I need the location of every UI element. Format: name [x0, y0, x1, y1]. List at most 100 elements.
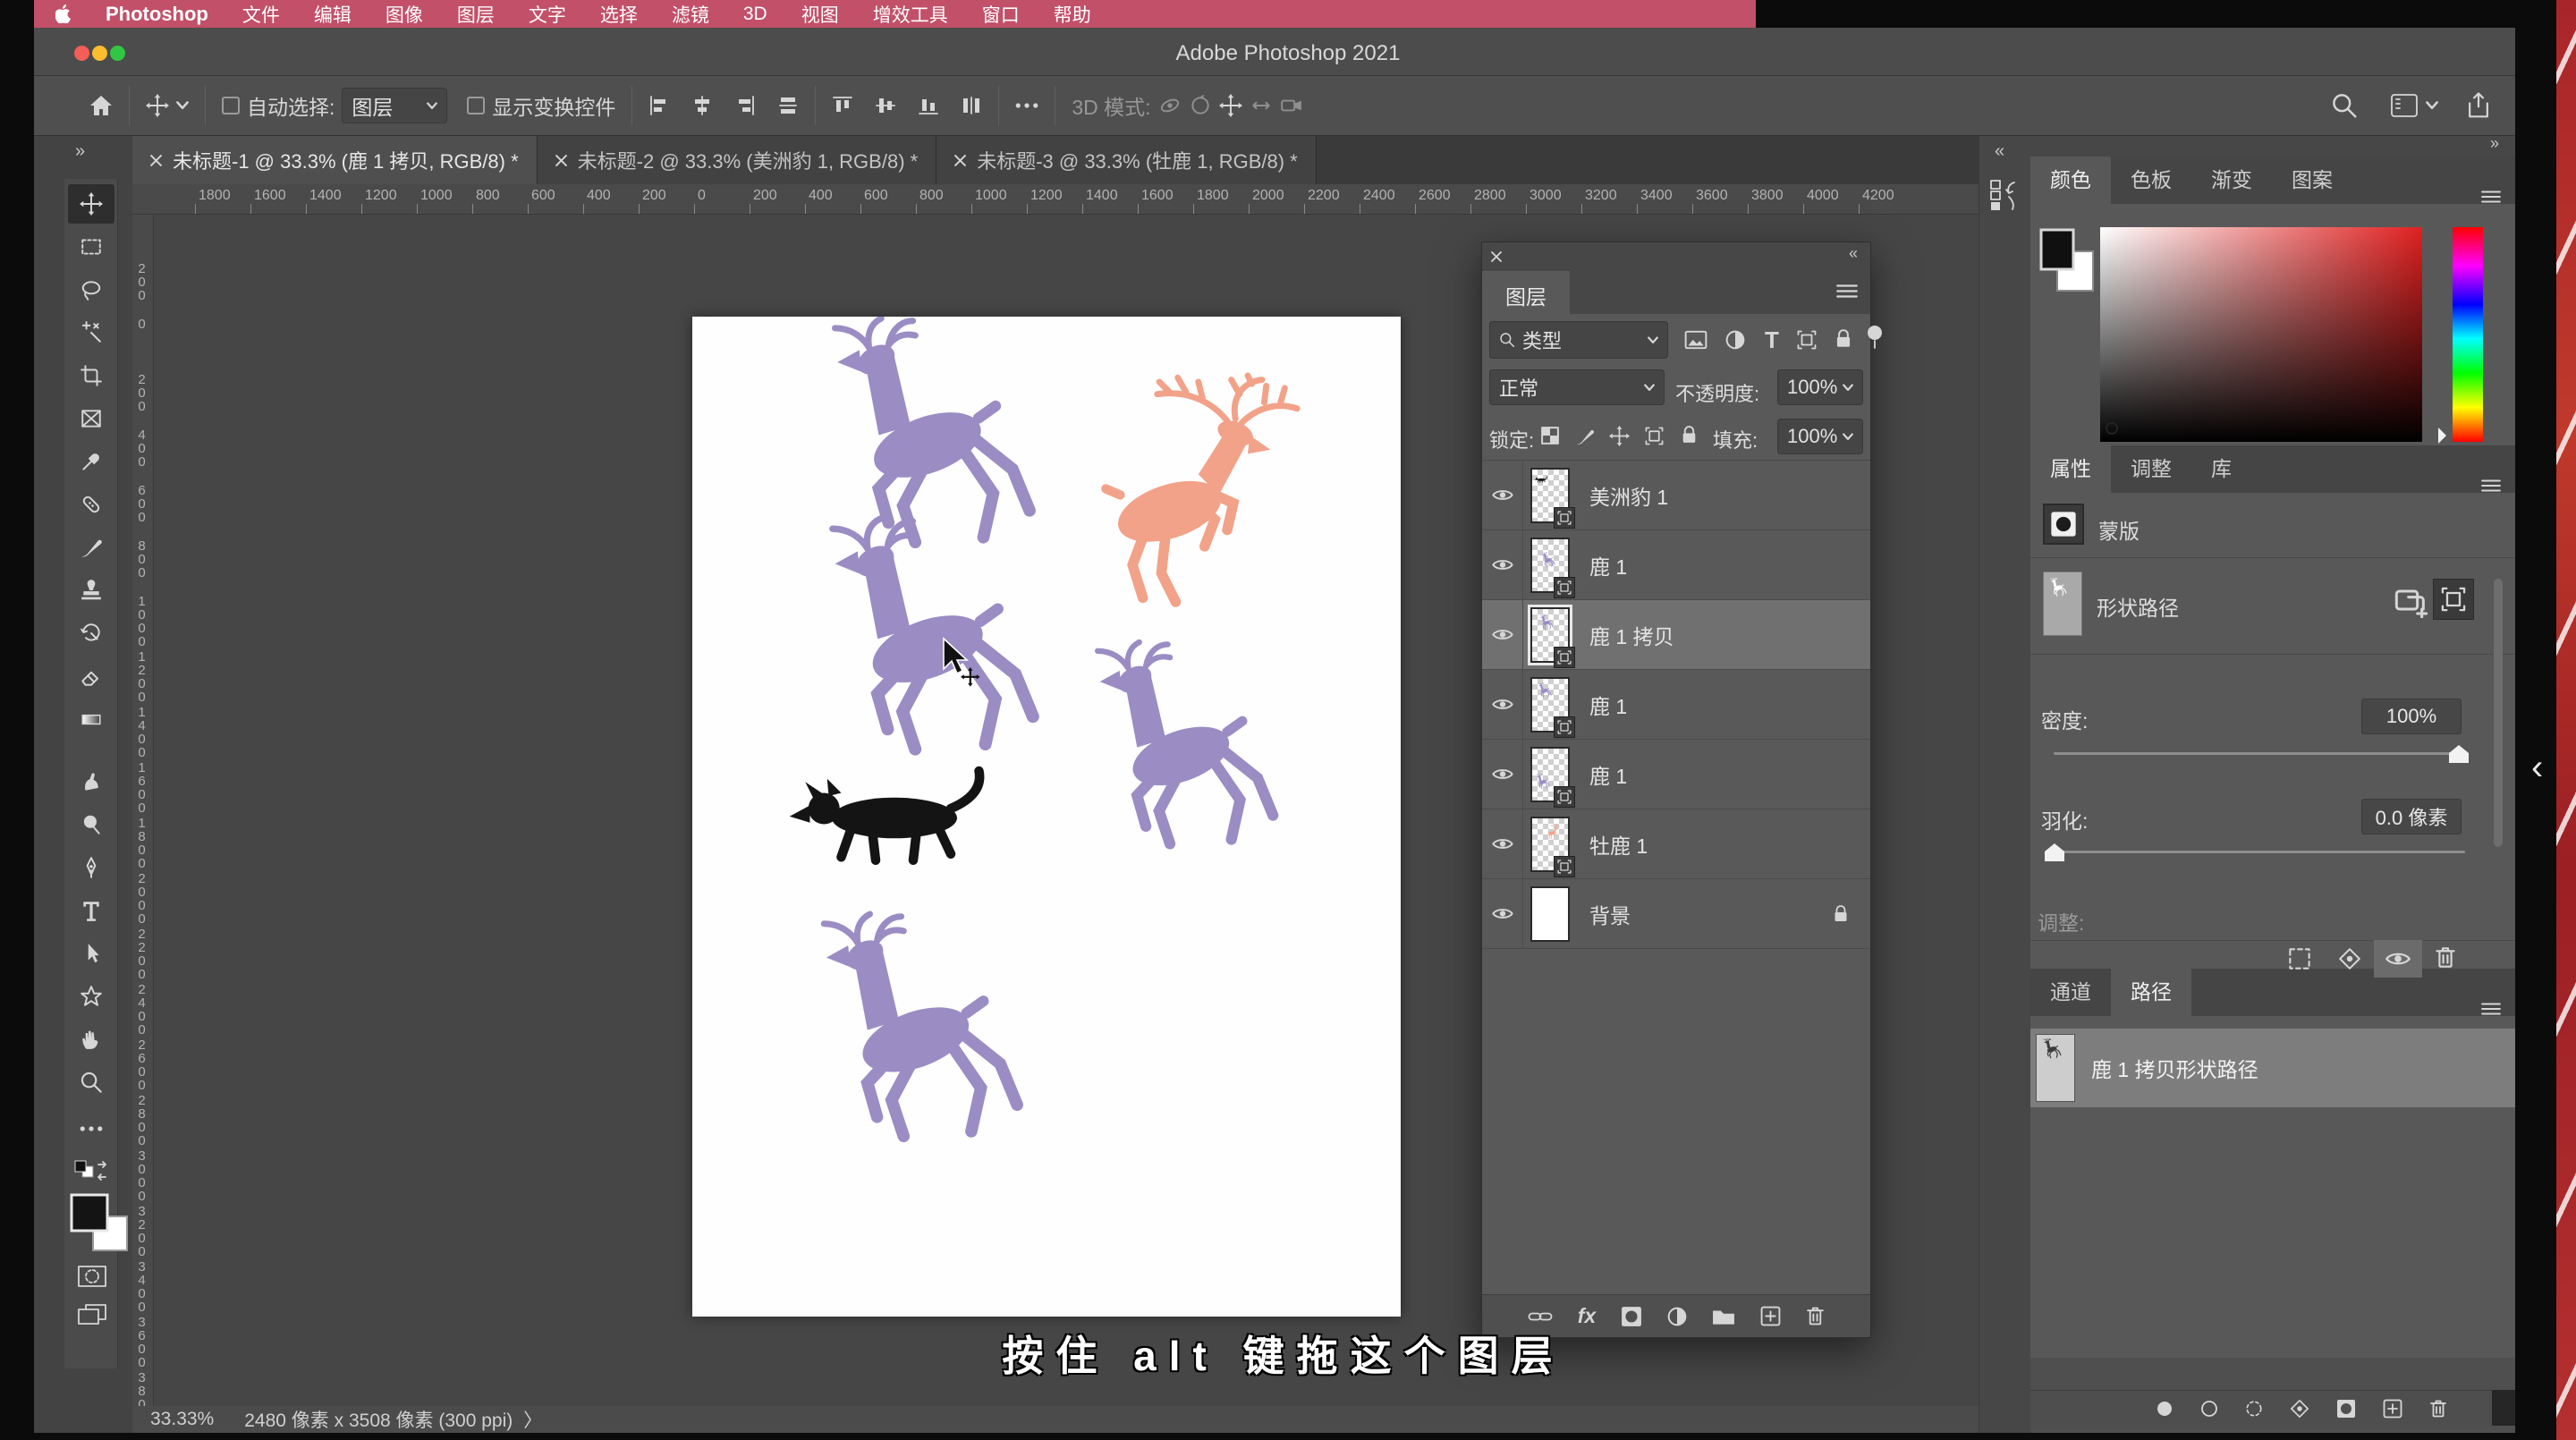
color-field-cursor[interactable] [2106, 422, 2118, 435]
layer-visibility-toggle[interactable] [1482, 600, 1523, 669]
history-brush-tool[interactable] [68, 614, 114, 653]
blend-mode-dropdown[interactable]: 正常 [1489, 369, 1665, 405]
tab-adjustments[interactable]: 调整 [2111, 441, 2191, 493]
align-top-icon[interactable] [832, 95, 853, 116]
layer-thumbnail[interactable] [1530, 607, 1570, 663]
chevron-left-icon[interactable]: ‹ [2531, 748, 2543, 788]
close-tab-icon[interactable] [954, 155, 966, 166]
panel-menu-icon[interactable] [2481, 479, 2501, 493]
rectangular-marquee-tool[interactable] [68, 227, 114, 267]
quick-mask-icon[interactable] [77, 1265, 107, 1288]
lock-artboard-icon[interactable] [1645, 427, 1664, 445]
layer-visibility-toggle[interactable] [1482, 530, 1523, 599]
deer-shape-bottom[interactable] [824, 914, 1017, 1136]
selection-as-path-icon[interactable] [2290, 1399, 2309, 1419]
filter-type-layers-icon[interactable]: T [1765, 326, 1779, 354]
layer-thumbnail[interactable] [1530, 747, 1570, 802]
move-tool[interactable] [68, 184, 114, 224]
layer-thumbnail[interactable] [1530, 817, 1570, 872]
lock-transparent-icon[interactable] [1541, 427, 1559, 445]
document-tab-2[interactable]: 未标题-2 @ 33.3% (美洲豹 1, RGB/8) * [538, 136, 937, 184]
menu-item-view[interactable]: 视图 [801, 1, 839, 28]
document-canvas[interactable] [692, 317, 1401, 1317]
status-chevron[interactable]: 〉 [523, 1406, 542, 1433]
auto-select-checkbox[interactable] [222, 97, 240, 114]
collapse-panels-icon[interactable]: « [1995, 141, 2004, 162]
eyedropper-tool[interactable] [68, 442, 114, 481]
filter-shape-layers-icon[interactable] [1797, 330, 1817, 350]
screen-mode-icon[interactable] [77, 1302, 107, 1327]
clone-stamp-tool[interactable] [68, 571, 114, 610]
link-layers-icon[interactable] [1528, 1310, 1553, 1323]
fill-path-icon[interactable] [2156, 1400, 2174, 1418]
new-path-icon[interactable] [2383, 1399, 2402, 1419]
panel-menu-icon[interactable] [2481, 190, 2501, 204]
menu-item-photoshop[interactable]: Photoshop [106, 3, 208, 26]
lasso-tool[interactable] [68, 270, 114, 309]
menu-item-type[interactable]: 文字 [529, 1, 566, 28]
align-left-icon[interactable] [648, 95, 670, 116]
share-icon[interactable] [2465, 91, 2492, 120]
vector-mask-button[interactable] [2433, 579, 2474, 620]
pen-tool[interactable] [68, 848, 114, 887]
foreground-color-swatch[interactable] [68, 1191, 132, 1256]
stroke-path-icon[interactable] [2200, 1400, 2218, 1418]
new-layer-icon[interactable] [1760, 1306, 1781, 1326]
layer-row[interactable]: 鹿 1 [1482, 740, 1870, 809]
deer-shape-top[interactable] [835, 318, 1030, 542]
distribute-v-icon[interactable] [961, 95, 982, 116]
show-transform-checkbox[interactable] [467, 97, 485, 114]
close-panel-icon[interactable] [1491, 251, 1502, 262]
layer-visibility-toggle[interactable] [1482, 461, 1523, 529]
stag-shape[interactable] [1106, 376, 1297, 602]
home-button[interactable] [89, 95, 113, 116]
path-item[interactable]: 鹿 1 拷贝形状路径 [2030, 1029, 2515, 1107]
align-bottom-icon[interactable] [918, 95, 939, 116]
layer-row-background[interactable]: 背景 [1482, 879, 1870, 949]
fg-bg-swatches[interactable] [2038, 226, 2097, 294]
menu-item-file[interactable]: 文件 [242, 1, 280, 28]
layer-row-selected[interactable]: 鹿 1 拷贝 [1482, 600, 1870, 670]
align-right-icon[interactable] [734, 95, 756, 116]
fill-value[interactable]: 100% [1777, 419, 1863, 454]
type-tool[interactable] [68, 891, 114, 930]
menu-item-plugins[interactable]: 增效工具 [873, 1, 948, 28]
document-tab-1[interactable]: 未标题-1 @ 33.3% (鹿 1 拷贝, RGB/8) * [132, 136, 538, 184]
menu-item-edit[interactable]: 编辑 [314, 1, 352, 28]
spot-healing-brush-tool[interactable] [68, 485, 114, 524]
hue-slider[interactable] [2453, 227, 2483, 442]
panther-shape[interactable] [790, 771, 979, 860]
opacity-value[interactable]: 100% [1777, 369, 1863, 405]
layer-thumbnail[interactable] [1530, 886, 1570, 942]
feather-value[interactable]: 0.0 像素 [2361, 799, 2462, 834]
mask-visibility-button[interactable] [2374, 940, 2422, 978]
layer-visibility-toggle[interactable] [1482, 670, 1523, 739]
new-group-icon[interactable] [1712, 1308, 1735, 1326]
layer-row[interactable]: 鹿 1 [1482, 670, 1870, 740]
menu-item-window[interactable]: 窗口 [982, 1, 1020, 28]
lock-all-icon[interactable] [1681, 425, 1698, 445]
menu-item-help[interactable]: 帮助 [1054, 1, 1091, 28]
custom-shape-tool[interactable] [68, 977, 114, 1016]
hand-tool[interactable] [68, 1020, 114, 1059]
zoom-tool[interactable] [68, 1063, 114, 1102]
filter-smart-objects-icon[interactable] [1835, 328, 1852, 350]
panel-menu-icon[interactable] [1836, 284, 1858, 299]
tab-layers[interactable]: 图层 [1482, 271, 1570, 314]
shape-path-thumbnail[interactable] [2043, 572, 2082, 636]
crop-tool[interactable] [68, 356, 114, 395]
layer-row[interactable]: 鹿 1 [1482, 530, 1870, 600]
panel-menu-icon[interactable] [2481, 1002, 2501, 1016]
lock-position-icon[interactable] [1609, 426, 1630, 446]
layer-row[interactable]: 牡鹿 1 [1482, 809, 1870, 879]
deer-shape-right[interactable] [1097, 642, 1273, 843]
move-tool-preset[interactable] [146, 94, 189, 117]
layer-visibility-toggle[interactable] [1482, 809, 1523, 878]
menu-item-select[interactable]: 选择 [600, 1, 638, 28]
panel-scrollbar[interactable] [2494, 579, 2503, 847]
menu-item-3d[interactable]: 3D [743, 4, 767, 25]
apple-logo-icon[interactable] [55, 4, 72, 23]
tab-swatches[interactable]: 色板 [2111, 152, 2191, 204]
layer-visibility-toggle[interactable] [1482, 879, 1523, 948]
tab-channels[interactable]: 通道 [2030, 964, 2111, 1016]
